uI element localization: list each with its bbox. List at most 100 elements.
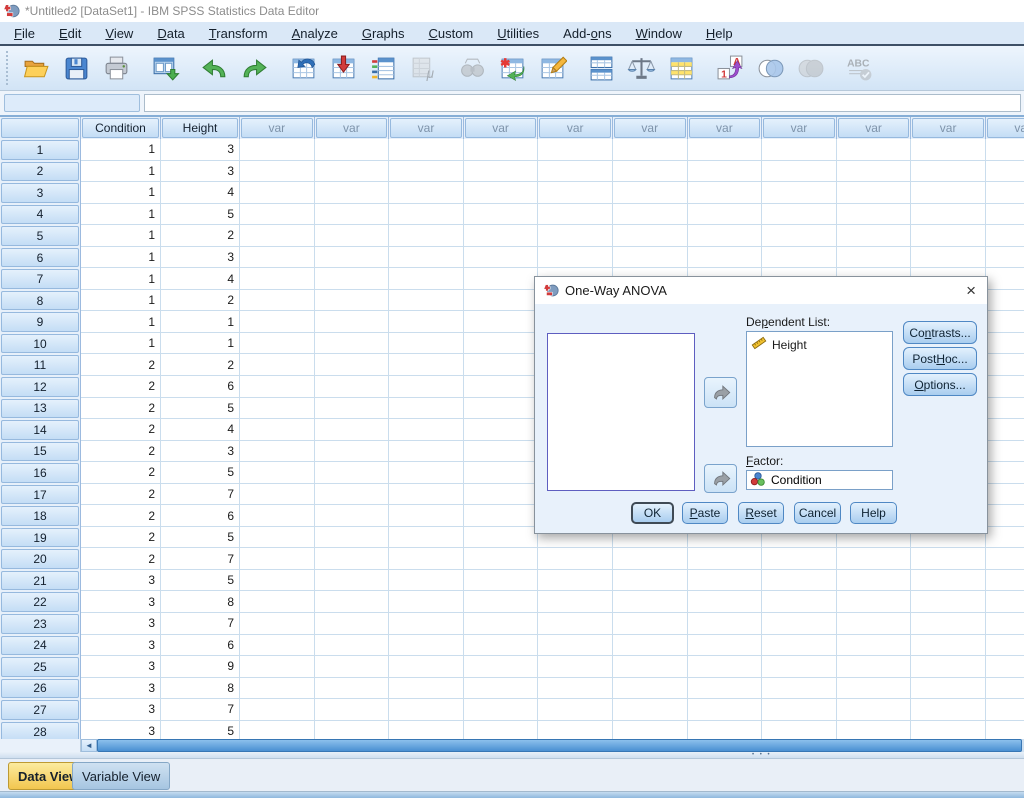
cell-empty[interactable] xyxy=(688,182,763,204)
cell-empty[interactable] xyxy=(464,699,539,721)
row-header-22[interactable]: 22 xyxy=(0,591,81,613)
cell-empty[interactable] xyxy=(464,678,539,700)
cell-condition-row18[interactable]: 2 xyxy=(81,505,161,527)
menu-add-ons[interactable]: Add-ons xyxy=(551,23,623,44)
cell-empty[interactable] xyxy=(837,247,912,269)
cell-empty[interactable] xyxy=(389,311,464,333)
cell-empty[interactable] xyxy=(986,225,1024,247)
cell-empty[interactable] xyxy=(389,204,464,226)
cell-empty[interactable] xyxy=(837,699,912,721)
dialog-title-bar[interactable]: One-Way ANOVA × xyxy=(535,277,987,304)
cell-empty[interactable] xyxy=(315,548,390,570)
column-header-var-11[interactable]: var xyxy=(987,118,1024,138)
cell-empty[interactable] xyxy=(389,505,464,527)
cell-empty[interactable] xyxy=(762,225,837,247)
cell-empty[interactable] xyxy=(240,311,315,333)
cell-empty[interactable] xyxy=(911,182,986,204)
move-to-factor-button[interactable] xyxy=(704,464,737,493)
cell-empty[interactable] xyxy=(613,570,688,592)
cell-empty[interactable] xyxy=(464,376,539,398)
cell-empty[interactable] xyxy=(240,721,315,739)
cell-empty[interactable] xyxy=(762,161,837,183)
cell-condition-row2[interactable]: 1 xyxy=(81,161,161,183)
cell-empty[interactable] xyxy=(389,548,464,570)
reset-button[interactable]: Reset xyxy=(738,502,784,524)
cell-empty[interactable] xyxy=(688,635,763,657)
cell-height-row18[interactable]: 6 xyxy=(161,505,240,527)
cell-empty[interactable] xyxy=(538,570,613,592)
cell-empty[interactable] xyxy=(389,462,464,484)
column-header-var-4[interactable]: var xyxy=(465,118,537,138)
column-header-var-1[interactable]: var xyxy=(241,118,313,138)
cell-empty[interactable] xyxy=(911,247,986,269)
row-header-19[interactable]: 19 xyxy=(0,527,81,549)
insert-variable-button[interactable] xyxy=(532,49,572,87)
cell-empty[interactable] xyxy=(837,161,912,183)
cell-empty[interactable] xyxy=(986,484,1024,506)
cell-empty[interactable] xyxy=(688,247,763,269)
cell-empty[interactable] xyxy=(986,354,1024,376)
cell-empty[interactable] xyxy=(240,656,315,678)
cell-empty[interactable] xyxy=(315,721,390,739)
cell-empty[interactable] xyxy=(762,139,837,161)
cell-empty[interactable] xyxy=(986,290,1024,312)
cell-height-row1[interactable]: 3 xyxy=(161,139,240,161)
cell-empty[interactable] xyxy=(762,635,837,657)
cell-empty[interactable] xyxy=(464,484,539,506)
cell-condition-row5[interactable]: 1 xyxy=(81,225,161,247)
cell-empty[interactable] xyxy=(986,247,1024,269)
cell-empty[interactable] xyxy=(389,699,464,721)
cell-empty[interactable] xyxy=(538,161,613,183)
cell-empty[interactable] xyxy=(315,182,390,204)
value-labels-button[interactable]: 1A xyxy=(710,49,750,87)
row-header-15[interactable]: 15 xyxy=(0,441,81,463)
cell-condition-row10[interactable]: 1 xyxy=(81,333,161,355)
cell-empty[interactable] xyxy=(837,139,912,161)
cell-empty[interactable] xyxy=(613,225,688,247)
column-header-var-10[interactable]: var xyxy=(912,118,984,138)
goto-case-button[interactable] xyxy=(283,49,323,87)
cell-empty[interactable] xyxy=(315,204,390,226)
cell-empty[interactable] xyxy=(240,398,315,420)
row-header-16[interactable]: 16 xyxy=(0,462,81,484)
cell-empty[interactable] xyxy=(464,635,539,657)
menu-help[interactable]: Help xyxy=(694,23,745,44)
cell-condition-row4[interactable]: 1 xyxy=(81,204,161,226)
cell-empty[interactable] xyxy=(986,419,1024,441)
row-header-11[interactable]: 11 xyxy=(0,354,81,376)
cell-height-row13[interactable]: 5 xyxy=(161,398,240,420)
cell-empty[interactable] xyxy=(464,441,539,463)
ok-button[interactable]: OK xyxy=(631,502,674,524)
cell-empty[interactable] xyxy=(315,376,390,398)
row-header-8[interactable]: 8 xyxy=(0,290,81,312)
cell-empty[interactable] xyxy=(464,290,539,312)
cell-condition-row24[interactable]: 3 xyxy=(81,635,161,657)
cell-empty[interactable] xyxy=(762,570,837,592)
cell-height-row17[interactable]: 7 xyxy=(161,484,240,506)
cell-empty[interactable] xyxy=(837,591,912,613)
cell-empty[interactable] xyxy=(315,247,390,269)
row-header-4[interactable]: 4 xyxy=(0,204,81,226)
row-header-10[interactable]: 10 xyxy=(0,333,81,355)
cell-empty[interactable] xyxy=(762,591,837,613)
horizontal-scrollbar[interactable]: ◄ xyxy=(0,739,1024,752)
cell-condition-row28[interactable]: 3 xyxy=(81,721,161,739)
cell-empty[interactable] xyxy=(389,225,464,247)
column-header-height[interactable]: Height xyxy=(162,118,238,138)
cell-empty[interactable] xyxy=(613,182,688,204)
cell-condition-row22[interactable]: 3 xyxy=(81,591,161,613)
cell-empty[interactable] xyxy=(240,290,315,312)
row-header-5[interactable]: 5 xyxy=(0,225,81,247)
cell-empty[interactable] xyxy=(315,613,390,635)
cell-empty[interactable] xyxy=(315,354,390,376)
cell-empty[interactable] xyxy=(986,182,1024,204)
cell-empty[interactable] xyxy=(688,548,763,570)
cell-empty[interactable] xyxy=(315,570,390,592)
cell-empty[interactable] xyxy=(315,398,390,420)
menu-file[interactable]: File xyxy=(2,23,47,44)
variables-button[interactable] xyxy=(363,49,403,87)
grid-corner-cell[interactable] xyxy=(1,118,79,138)
cell-condition-row13[interactable]: 2 xyxy=(81,398,161,420)
cell-empty[interactable] xyxy=(911,699,986,721)
cell-empty[interactable] xyxy=(464,268,539,290)
